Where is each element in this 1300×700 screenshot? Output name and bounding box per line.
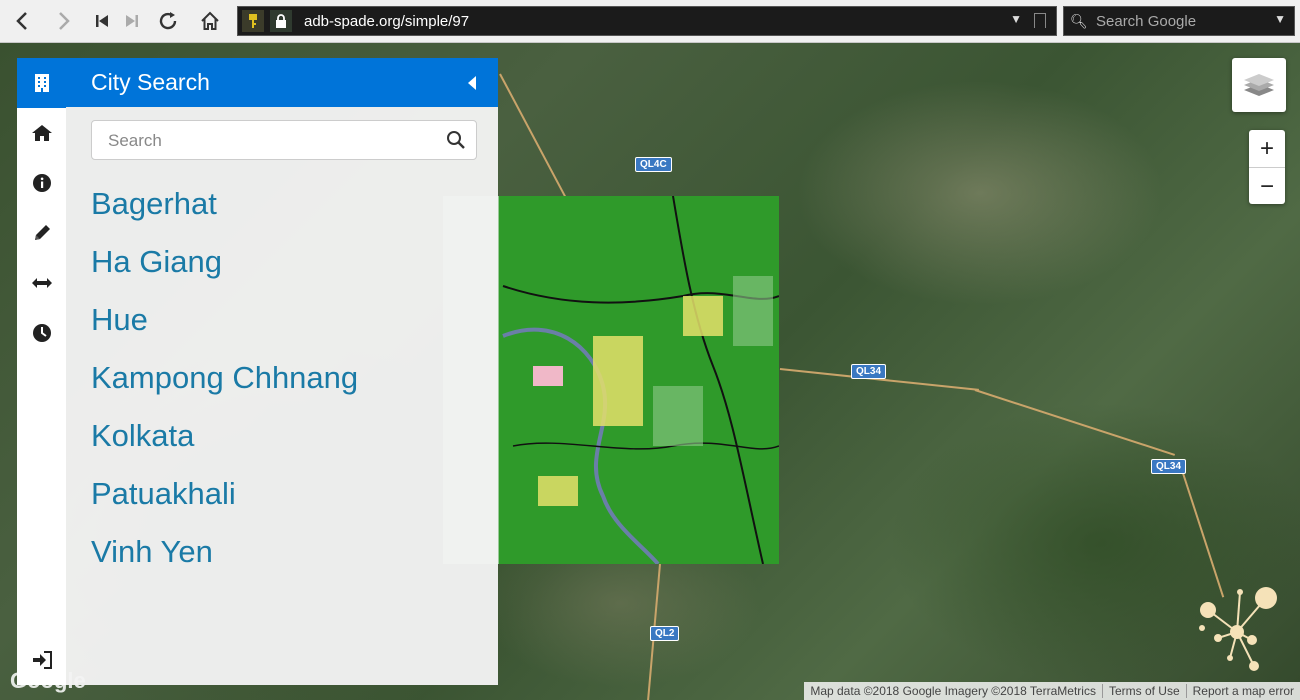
tab-draw[interactable] [17, 208, 66, 258]
city-search-input[interactable] [92, 121, 450, 161]
home-icon [31, 125, 52, 141]
city-link-vinh-yen[interactable]: Vinh Yen [91, 528, 471, 586]
reload-icon [159, 12, 177, 30]
report-map-error-link[interactable]: Report a map error [1185, 684, 1300, 698]
skip-back-icon [96, 15, 108, 27]
browser-search-box[interactable]: 🔍︎ Search Google ▼ [1063, 6, 1295, 36]
chevron-right-icon [59, 12, 70, 30]
browser-toolbar: adb-spade.org/simple/97 ▼ 🔍︎ Search Goog… [0, 0, 1300, 43]
city-link-kolkata[interactable]: Kolkata [91, 412, 471, 470]
home-icon [201, 11, 219, 30]
pencil-icon [34, 225, 50, 240]
reload-button[interactable] [154, 7, 182, 35]
map-attribution: Map data ©2018 Google Imagery ©2018 Terr… [804, 682, 1300, 700]
first-page-button[interactable] [88, 7, 116, 35]
network-logo-icon [1199, 587, 1277, 671]
collapse-sidebar-button[interactable] [460, 71, 484, 95]
map-data-credit: Map data ©2018 Google Imagery ©2018 Terr… [810, 684, 1096, 698]
sign-in-icon [32, 651, 52, 669]
forward-button[interactable] [50, 7, 78, 35]
city-link-ha-giang[interactable]: Ha Giang [91, 238, 471, 296]
city-link-patuakhali[interactable]: Patuakhali [91, 470, 471, 528]
layers-icon [1244, 74, 1274, 96]
layers-button[interactable] [1232, 58, 1286, 112]
arrows-h-icon [31, 278, 52, 288]
clock-icon [32, 324, 51, 342]
road-shield: QL4C [635, 157, 672, 172]
browser-search-placeholder: Search Google [1096, 13, 1197, 30]
sidebar-title: City Search [91, 69, 210, 95]
url-text[interactable]: adb-spade.org/simple/97 [304, 13, 469, 30]
sidebar-tabs [17, 58, 66, 685]
info-icon [32, 174, 51, 192]
tab-city-search[interactable] [17, 58, 66, 108]
caret-left-icon [468, 76, 476, 90]
terms-of-use-link[interactable]: Terms of Use [1101, 684, 1186, 698]
city-search-box [91, 120, 477, 161]
zoom-out-button[interactable]: − [1249, 167, 1285, 205]
address-bar[interactable]: adb-spade.org/simple/97 ▼ [237, 6, 1057, 36]
search-icon: 🔍︎ [1070, 13, 1088, 29]
tab-measure[interactable] [17, 258, 66, 308]
tab-history[interactable] [17, 308, 66, 358]
skip-forward-icon [126, 15, 138, 27]
city-link-bagerhat[interactable]: Bagerhat [91, 180, 471, 238]
map-road [1179, 463, 1225, 598]
back-button[interactable] [8, 7, 36, 35]
map-road [974, 389, 1176, 456]
sidebar-header: City Search [66, 58, 498, 107]
city-link-hue[interactable]: Hue [91, 296, 471, 354]
city-link-kampong-chhnang[interactable]: Kampong Chhnang [91, 354, 471, 412]
tab-home[interactable] [17, 108, 66, 158]
road-shield: QL34 [851, 364, 887, 379]
home-button[interactable] [196, 7, 224, 35]
login-button[interactable] [17, 635, 66, 685]
tab-info[interactable] [17, 158, 66, 208]
search-icon[interactable] [446, 130, 466, 150]
chevron-left-icon [16, 12, 27, 30]
bookmark-icon[interactable] [1034, 13, 1046, 28]
zoom-control: + − [1249, 130, 1285, 204]
key-icon[interactable] [242, 10, 264, 32]
city-list: Bagerhat Ha Giang Hue Kampong Chhnang Ko… [91, 180, 471, 586]
dropdown-arrow-icon[interactable]: ▼ [1010, 12, 1022, 26]
lock-icon[interactable] [270, 10, 292, 32]
last-page-button[interactable] [118, 7, 146, 35]
road-shield: QL34 [1151, 459, 1187, 474]
building-icon [34, 74, 49, 92]
city-search-sidebar: City Search Bagerhat Ha Giang Hue Kampon… [17, 58, 498, 685]
dropdown-arrow-icon[interactable]: ▼ [1274, 12, 1286, 26]
road-shield: QL2 [650, 626, 680, 641]
zoom-in-button[interactable]: + [1249, 130, 1285, 167]
